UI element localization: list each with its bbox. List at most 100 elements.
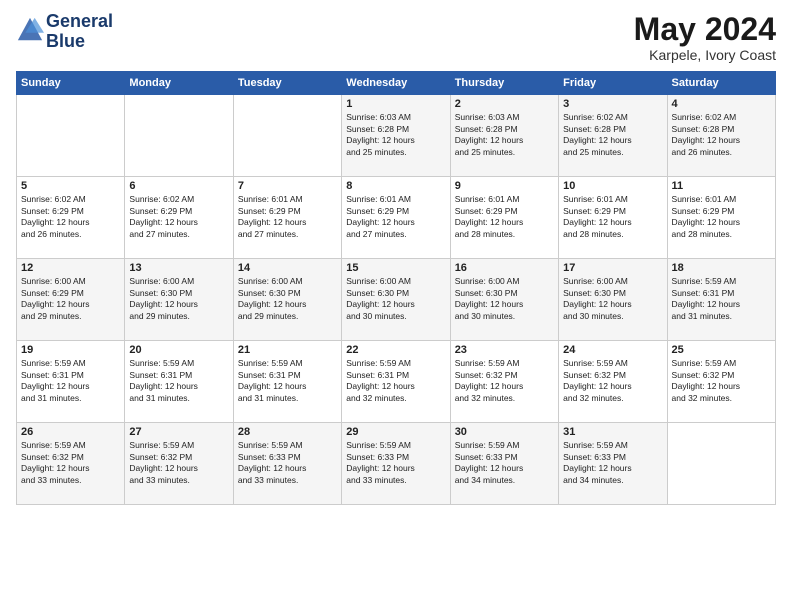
day-info: Sunrise: 5:59 AM Sunset: 6:31 PM Dayligh… [21, 358, 120, 404]
day-number: 27 [129, 426, 228, 438]
calendar-cell: 29 Sunrise: 5:59 AM Sunset: 6:33 PM Dayli… [342, 423, 450, 505]
calendar-cell: 31 Sunrise: 5:59 AM Sunset: 6:33 PM Dayli… [559, 423, 667, 505]
calendar-cell: 13 Sunrise: 6:00 AM Sunset: 6:30 PM Dayli… [125, 259, 233, 341]
calendar-cell: 11Sunrise: 6:01 AM Sunset: 6:29 PM Dayli… [667, 177, 775, 259]
day-number: 31 [563, 426, 662, 438]
day-info: Sunrise: 6:00 AM Sunset: 6:30 PM Dayligh… [563, 276, 662, 322]
calendar-cell [17, 95, 125, 177]
day-info: Sunrise: 5:59 AM Sunset: 6:33 PM Dayligh… [455, 440, 554, 486]
day-number: 6 [129, 180, 228, 192]
calendar-cell: 24Sunrise: 5:59 AM Sunset: 6:32 PM Dayli… [559, 341, 667, 423]
day-number: 29 [346, 426, 445, 438]
calendar-cell: 5Sunrise: 6:02 AM Sunset: 6:29 PM Daylig… [17, 177, 125, 259]
calendar-cell: 30 Sunrise: 5:59 AM Sunset: 6:33 PM Dayli… [450, 423, 558, 505]
day-info: Sunrise: 5:59 AM Sunset: 6:32 PM Dayligh… [672, 358, 771, 404]
day-number: 4 [672, 98, 771, 110]
calendar-cell: 19 Sunrise: 5:59 AM Sunset: 6:31 PM Dayli… [17, 341, 125, 423]
day-info: Sunrise: 6:00 AM Sunset: 6:30 PM Dayligh… [455, 276, 554, 322]
calendar-day-header: Tuesday [233, 72, 341, 95]
calendar-cell: 17 Sunrise: 6:00 AM Sunset: 6:30 PM Dayli… [559, 259, 667, 341]
calendar-cell: 7 Sunrise: 6:01 AM Sunset: 6:29 PM Daylig… [233, 177, 341, 259]
day-number: 3 [563, 98, 662, 110]
day-number: 9 [455, 180, 554, 192]
header: General Blue May 2024 Karpele, Ivory Coa… [16, 12, 776, 63]
day-info: Sunrise: 6:00 AM Sunset: 6:30 PM Dayligh… [238, 276, 337, 322]
day-number: 16 [455, 262, 554, 274]
day-info: Sunrise: 5:59 AM Sunset: 6:33 PM Dayligh… [346, 440, 445, 486]
day-info: Sunrise: 6:00 AM Sunset: 6:30 PM Dayligh… [346, 276, 445, 322]
day-info: Sunrise: 6:03 AM Sunset: 6:28 PM Dayligh… [346, 112, 445, 158]
calendar-week-row: 19 Sunrise: 5:59 AM Sunset: 6:31 PM Dayli… [17, 341, 776, 423]
calendar-cell: 4Sunrise: 6:02 AM Sunset: 6:28 PM Daylig… [667, 95, 775, 177]
calendar-week-row: 12 Sunrise: 6:00 AM Sunset: 6:29 PM Dayli… [17, 259, 776, 341]
calendar-cell: 8 Sunrise: 6:01 AM Sunset: 6:29 PM Daylig… [342, 177, 450, 259]
calendar-cell: 25 Sunrise: 5:59 AM Sunset: 6:32 PM Dayli… [667, 341, 775, 423]
logo-text: General Blue [46, 12, 113, 52]
calendar-week-row: 26Sunrise: 5:59 AM Sunset: 6:32 PM Dayli… [17, 423, 776, 505]
day-info: Sunrise: 6:00 AM Sunset: 6:29 PM Dayligh… [21, 276, 120, 322]
calendar-week-row: 5Sunrise: 6:02 AM Sunset: 6:29 PM Daylig… [17, 177, 776, 259]
page: General Blue May 2024 Karpele, Ivory Coa… [0, 0, 792, 612]
calendar-cell: 20Sunrise: 5:59 AM Sunset: 6:31 PM Dayli… [125, 341, 233, 423]
day-info: Sunrise: 5:59 AM Sunset: 6:31 PM Dayligh… [238, 358, 337, 404]
day-info: Sunrise: 5:59 AM Sunset: 6:32 PM Dayligh… [455, 358, 554, 404]
calendar-week-row: 1 Sunrise: 6:03 AM Sunset: 6:28 PM Daylig… [17, 95, 776, 177]
calendar-cell [233, 95, 341, 177]
calendar-cell: 14 Sunrise: 6:00 AM Sunset: 6:30 PM Dayli… [233, 259, 341, 341]
day-number: 8 [346, 180, 445, 192]
day-info: Sunrise: 5:59 AM Sunset: 6:32 PM Dayligh… [21, 440, 120, 486]
calendar-cell: 10 Sunrise: 6:01 AM Sunset: 6:29 PM Dayli… [559, 177, 667, 259]
calendar-cell: 18 Sunrise: 5:59 AM Sunset: 6:31 PM Dayli… [667, 259, 775, 341]
calendar-cell: 9 Sunrise: 6:01 AM Sunset: 6:29 PM Daylig… [450, 177, 558, 259]
day-info: Sunrise: 6:01 AM Sunset: 6:29 PM Dayligh… [672, 194, 771, 240]
day-number: 1 [346, 98, 445, 110]
calendar-day-header: Thursday [450, 72, 558, 95]
calendar-cell: 12 Sunrise: 6:00 AM Sunset: 6:29 PM Dayli… [17, 259, 125, 341]
calendar-cell: 2 Sunrise: 6:03 AM Sunset: 6:28 PM Daylig… [450, 95, 558, 177]
day-number: 14 [238, 262, 337, 274]
logo-line2: Blue [46, 31, 85, 51]
day-info: Sunrise: 5:59 AM Sunset: 6:31 PM Dayligh… [346, 358, 445, 404]
day-number: 22 [346, 344, 445, 356]
day-number: 25 [672, 344, 771, 356]
day-number: 2 [455, 98, 554, 110]
calendar-cell: 23Sunrise: 5:59 AM Sunset: 6:32 PM Dayli… [450, 341, 558, 423]
day-number: 15 [346, 262, 445, 274]
calendar-cell: 26Sunrise: 5:59 AM Sunset: 6:32 PM Dayli… [17, 423, 125, 505]
day-info: Sunrise: 6:03 AM Sunset: 6:28 PM Dayligh… [455, 112, 554, 158]
day-number: 20 [129, 344, 228, 356]
day-info: Sunrise: 6:01 AM Sunset: 6:29 PM Dayligh… [455, 194, 554, 240]
day-info: Sunrise: 6:01 AM Sunset: 6:29 PM Dayligh… [238, 194, 337, 240]
calendar-cell: 1 Sunrise: 6:03 AM Sunset: 6:28 PM Daylig… [342, 95, 450, 177]
day-number: 19 [21, 344, 120, 356]
calendar-header-row: SundayMondayTuesdayWednesdayThursdayFrid… [17, 72, 776, 95]
calendar-day-header: Friday [559, 72, 667, 95]
day-info: Sunrise: 5:59 AM Sunset: 6:33 PM Dayligh… [563, 440, 662, 486]
calendar-day-header: Sunday [17, 72, 125, 95]
calendar: SundayMondayTuesdayWednesdayThursdayFrid… [16, 71, 776, 505]
day-info: Sunrise: 6:02 AM Sunset: 6:29 PM Dayligh… [129, 194, 228, 240]
logo-icon [16, 16, 44, 44]
day-info: Sunrise: 6:02 AM Sunset: 6:28 PM Dayligh… [563, 112, 662, 158]
day-info: Sunrise: 6:00 AM Sunset: 6:30 PM Dayligh… [129, 276, 228, 322]
calendar-cell: 28Sunrise: 5:59 AM Sunset: 6:33 PM Dayli… [233, 423, 341, 505]
calendar-cell: 21Sunrise: 5:59 AM Sunset: 6:31 PM Dayli… [233, 341, 341, 423]
calendar-cell: 27Sunrise: 5:59 AM Sunset: 6:32 PM Dayli… [125, 423, 233, 505]
day-info: Sunrise: 6:01 AM Sunset: 6:29 PM Dayligh… [563, 194, 662, 240]
day-info: Sunrise: 5:59 AM Sunset: 6:31 PM Dayligh… [672, 276, 771, 322]
day-number: 7 [238, 180, 337, 192]
day-number: 30 [455, 426, 554, 438]
calendar-cell: 16 Sunrise: 6:00 AM Sunset: 6:30 PM Dayli… [450, 259, 558, 341]
location: Karpele, Ivory Coast [634, 47, 776, 63]
day-number: 13 [129, 262, 228, 274]
day-number: 12 [21, 262, 120, 274]
calendar-cell [667, 423, 775, 505]
logo: General Blue [16, 12, 113, 52]
day-info: Sunrise: 5:59 AM Sunset: 6:32 PM Dayligh… [563, 358, 662, 404]
calendar-cell: 3 Sunrise: 6:02 AM Sunset: 6:28 PM Daylig… [559, 95, 667, 177]
day-number: 10 [563, 180, 662, 192]
day-info: Sunrise: 6:01 AM Sunset: 6:29 PM Dayligh… [346, 194, 445, 240]
day-number: 18 [672, 262, 771, 274]
day-number: 17 [563, 262, 662, 274]
day-number: 28 [238, 426, 337, 438]
